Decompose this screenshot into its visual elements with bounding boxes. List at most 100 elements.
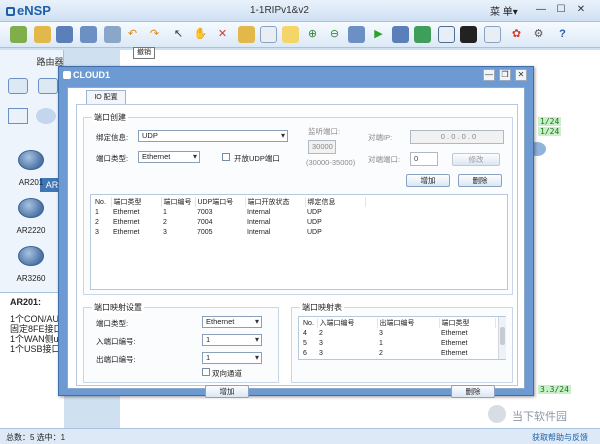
fit-icon[interactable] [348, 26, 365, 43]
router-icon[interactable] [18, 150, 44, 170]
text-icon[interactable] [260, 26, 277, 43]
add-mapping-button[interactable]: 增加 [205, 385, 249, 398]
huawei-icon[interactable]: ✿ [508, 26, 525, 43]
port-list-grid: No. 端口类型 端口编号 UDP端口号 端口开放状态 绑定信息 1 Ether… [93, 197, 366, 237]
port-create-title: 端口创建 [92, 112, 128, 123]
device-label: AR2220 [16, 226, 46, 235]
cell: Ethernet [113, 228, 140, 236]
port-type-label: 端口类型: [96, 154, 129, 163]
listen-port-label: 监听端口: [308, 127, 341, 136]
delete-port-button[interactable]: 删除 [458, 174, 502, 187]
hand-icon[interactable]: ✋ [192, 26, 209, 43]
rectangle-icon[interactable] [282, 26, 299, 43]
map-table-scrollbar[interactable] [498, 317, 506, 359]
restore-icon[interactable]: ❐ [499, 69, 511, 81]
in-port-select[interactable]: 1 [202, 334, 262, 346]
cloud-title-text: CLOUD1 [73, 70, 111, 80]
stop-icon[interactable] [392, 26, 409, 43]
port-map-settings-title: 端口映射设置 [92, 302, 144, 313]
close-icon[interactable]: ✕ [574, 3, 588, 17]
select-icon[interactable]: ↖ [170, 26, 187, 43]
map-port-type-select[interactable]: Ethernet [202, 316, 262, 328]
minimize-icon[interactable]: — [483, 69, 495, 81]
port-tag: 1/24 [538, 127, 562, 136]
device-label: AR3260 [16, 274, 46, 283]
modify-button[interactable]: 修改 [452, 153, 500, 166]
port-tag: 3.3/24 [538, 385, 571, 394]
table-row[interactable]: 4 2 3 Ethernet [301, 328, 495, 338]
peer-port-input[interactable]: 0 [410, 152, 438, 166]
maximize-icon[interactable]: ☐ [554, 3, 568, 17]
column-header: 入端口编号 [317, 318, 378, 328]
window-title: 1-1RIPv1&v2 [250, 5, 309, 16]
redo-icon[interactable]: ↷ [146, 26, 163, 43]
table-row[interactable]: 5 3 1 Ethernet [301, 338, 495, 348]
cell: UDP [307, 208, 322, 216]
router-icon[interactable] [18, 198, 44, 218]
router-icon[interactable] [18, 246, 44, 266]
column-header: 出端口编号 [377, 318, 440, 328]
cell: 1 [95, 208, 99, 216]
table-row[interactable]: 6 3 2 Ethernet [301, 348, 495, 358]
settings-icon[interactable]: ⚙ [530, 26, 547, 43]
toolbar: ↶ ↷ ↖ ✋ ✕ ⊕ ⊖ ▶ ✿ ⚙ ? [0, 22, 600, 48]
listen-port-input[interactable]: 30000 [308, 140, 336, 154]
cell: Ethernet [113, 218, 140, 226]
cloud-config-window: CLOUD1 — ❐ ✕ IO 配置 端口创建 绑定信息: UDP 端口类型: … [58, 66, 534, 398]
topo-icon[interactable] [460, 26, 477, 43]
open-icon[interactable] [34, 26, 51, 43]
save-icon[interactable] [56, 26, 73, 43]
out-port-select[interactable]: 1 [202, 352, 262, 364]
router-category-icon[interactable] [8, 78, 28, 94]
save-as-icon[interactable] [80, 26, 97, 43]
grid-icon[interactable] [438, 26, 455, 43]
menu-button[interactable]: 菜 单▾ [490, 3, 518, 18]
cell: 2 [319, 329, 323, 337]
cloud-category-icon[interactable] [36, 108, 56, 124]
close-icon[interactable]: ✕ [515, 69, 527, 81]
start-icon[interactable]: ▶ [370, 26, 387, 43]
help-icon[interactable]: ? [554, 26, 571, 43]
switch-category-icon[interactable] [38, 78, 58, 94]
table-row[interactable]: 1 Ethernet 1 7003 Internal UDP [93, 207, 365, 217]
cell: 6 [303, 349, 307, 357]
table-row[interactable]: 3 Ethernet 3 7005 Internal UDP [93, 227, 365, 237]
delete-all-icon[interactable] [238, 26, 255, 43]
bidirectional-checkbox[interactable] [202, 368, 210, 376]
table-row[interactable]: 2 Ethernet 2 7004 Internal UDP [93, 217, 365, 227]
status-count: 总数：5 选中：1 [6, 433, 66, 442]
open-udp-checkbox[interactable] [222, 153, 230, 161]
undo-icon[interactable]: ↶ [124, 26, 141, 43]
column-header: 端口类型 [111, 197, 162, 207]
cell: 2 [379, 349, 383, 357]
bind-info-select[interactable]: UDP [138, 130, 288, 142]
peer-ip-input[interactable]: 0 . 0 . 0 . 0 [410, 130, 504, 144]
capture-icon[interactable] [414, 26, 431, 43]
zoom-out-icon[interactable]: ⊖ [326, 26, 343, 43]
cloud-window-title: CLOUD1 [63, 70, 110, 80]
port-type-select[interactable]: Ethernet [138, 151, 200, 163]
tab-io-config[interactable]: IO 配置 [86, 90, 126, 104]
print-icon[interactable] [104, 26, 121, 43]
in-port-label: 入端口编号: [96, 337, 136, 346]
cell: 3 [379, 329, 383, 337]
delete-mapping-button[interactable]: 删除 [451, 385, 495, 398]
zoom-in-icon[interactable]: ⊕ [304, 26, 321, 43]
cell: Internal [247, 228, 271, 236]
cell: 3 [319, 339, 323, 347]
new-topo-icon[interactable] [10, 26, 27, 43]
watermark-text: 当下软件园 [512, 411, 567, 423]
add-port-button[interactable]: 增加 [406, 174, 450, 187]
minimize-icon[interactable]: — [534, 3, 548, 17]
description-line: 1个CON/AUX [10, 314, 62, 324]
out-port-label: 出端口编号: [96, 355, 136, 364]
scrollbar-thumb[interactable] [500, 327, 505, 345]
pc-category-icon[interactable] [8, 108, 28, 124]
chat-icon[interactable] [484, 26, 501, 43]
help-feedback-link[interactable]: 获取帮助与反馈 [532, 432, 588, 443]
cell: 3 [319, 349, 323, 357]
delete-icon[interactable]: ✕ [214, 26, 231, 43]
ensp-app: eNSP 1-1RIPv1&v2 菜 单▾ — ☐ ✕ ↶ ↷ ↖ ✋ ✕ ⊕ … [0, 0, 600, 444]
port-tag: 1/24 [538, 117, 562, 126]
port-map-table: No. 入端口编号 出端口编号 端口类型 4 2 3 Ethernet 5 3 … [298, 316, 506, 360]
